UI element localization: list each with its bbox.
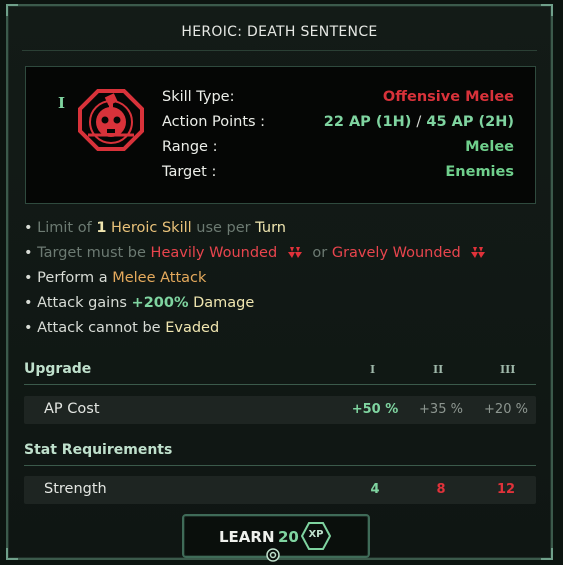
effect-limit: • Limit of 1 Heroic Skill use per Turn bbox=[24, 220, 544, 245]
effect-text: Attack gains bbox=[37, 295, 127, 311]
bullet: • bbox=[24, 220, 33, 236]
gravely-wounded-icon bbox=[471, 247, 486, 258]
tier-2-label: II bbox=[433, 363, 444, 376]
upgrade-title: Upgrade bbox=[24, 361, 92, 377]
effect-number: +200% bbox=[131, 295, 189, 311]
stat-requirements-title: Stat Requirements bbox=[24, 442, 173, 458]
frame-corner bbox=[6, 4, 18, 16]
bullet: • bbox=[24, 320, 33, 336]
effect-keyword: Turn bbox=[255, 220, 286, 236]
target-icon bbox=[266, 548, 280, 562]
skull-target-icon bbox=[78, 89, 144, 151]
stat-row-action-points: Action Points : 22 AP (1H) / 45 AP (2H) bbox=[162, 114, 514, 139]
tier-1-label: I bbox=[370, 363, 376, 376]
upgrade-header: Upgrade I II III bbox=[24, 358, 536, 385]
ap-cost-tier-3: +20 % bbox=[484, 402, 528, 417]
ap-cost-tier-1: +50 % bbox=[351, 402, 399, 417]
heavily-wounded-icon bbox=[287, 247, 302, 258]
effect-text: Attack cannot be bbox=[37, 320, 161, 336]
skill-type-value: Offensive Melee bbox=[382, 89, 514, 105]
bullet: • bbox=[24, 295, 33, 311]
ap-one-handed: 22 AP bbox=[323, 114, 371, 130]
range-value: Melee bbox=[465, 139, 514, 155]
effect-keyword: Heavily Wounded bbox=[150, 245, 278, 261]
ap-separator: / bbox=[416, 114, 422, 130]
xp-icon: XP bbox=[300, 522, 332, 550]
skill-title: HEROIC: DEATH SENTENCE bbox=[181, 24, 378, 40]
effect-text: Perform a bbox=[37, 270, 108, 286]
effect-target-wounded: • Target must be Heavily Wounded or Grav… bbox=[24, 245, 544, 270]
bullet: • bbox=[24, 270, 33, 286]
effect-cannot-evade: • Attack cannot be Evaded bbox=[24, 320, 544, 345]
learn-cost: 20 bbox=[278, 528, 299, 546]
strength-tier-2: 8 bbox=[436, 482, 446, 497]
effect-damage-bonus: • Attack gains +200% Damage bbox=[24, 295, 544, 320]
effect-keyword: Heroic Skill bbox=[111, 220, 192, 236]
effect-keyword: Melee Attack bbox=[112, 270, 207, 286]
skill-tooltip-panel: HEROIC: DEATH SENTENCE I Skill Type: Off… bbox=[6, 4, 553, 562]
xp-label: XP bbox=[308, 529, 324, 540]
stat-row-target: Target : Enemies bbox=[162, 164, 514, 189]
action-points-value: 22 AP (1H) / 45 AP (2H) bbox=[324, 114, 514, 130]
effect-text: or bbox=[312, 245, 328, 261]
ap-one-handed-note: (1H) bbox=[375, 114, 412, 130]
stat-requirements-header: Stat Requirements bbox=[24, 439, 536, 466]
effects-list: • Limit of 1 Heroic Skill use per Turn •… bbox=[24, 220, 544, 345]
tier-3-label: III bbox=[500, 363, 516, 376]
effect-melee-attack: • Perform a Melee Attack bbox=[24, 270, 544, 295]
strength-row: Strength 4 8 12 bbox=[24, 476, 536, 504]
effect-number: 1 bbox=[96, 220, 107, 236]
effect-text: Target must be bbox=[37, 245, 146, 261]
target-label: Target : bbox=[162, 164, 217, 180]
frame-corner bbox=[6, 548, 18, 560]
skill-type-label: Skill Type: bbox=[162, 89, 235, 105]
skill-stats: Skill Type: Offensive Melee Action Point… bbox=[162, 89, 514, 189]
learn-label: LEARN bbox=[219, 528, 275, 546]
ap-two-handed: 45 AP bbox=[426, 114, 474, 130]
stat-row-range: Range : Melee bbox=[162, 139, 514, 164]
ap-cost-tier-2: +35 % bbox=[419, 402, 463, 417]
strength-label: Strength bbox=[44, 481, 107, 497]
skill-summary-box: I Skill Type: Offensive Melee Action Poi… bbox=[25, 66, 536, 204]
target-value: Enemies bbox=[445, 164, 514, 180]
effect-keyword: Gravely Wounded bbox=[331, 245, 461, 261]
effect-text: Limit of bbox=[37, 220, 92, 236]
strength-tier-1: 4 bbox=[370, 482, 380, 497]
ap-two-handed-note: (2H) bbox=[478, 114, 514, 130]
ap-cost-row: AP Cost +50 % +35 % +20 % bbox=[24, 396, 536, 424]
effect-text: use per bbox=[196, 220, 251, 236]
effect-keyword: Evaded bbox=[165, 320, 220, 336]
range-label: Range : bbox=[162, 139, 218, 155]
title-divider bbox=[22, 50, 537, 51]
bullet: • bbox=[24, 245, 33, 261]
tier-mark: I bbox=[58, 94, 66, 112]
frame-corner bbox=[541, 548, 553, 560]
effect-keyword: Damage bbox=[193, 295, 255, 311]
stat-row-skill-type: Skill Type: Offensive Melee bbox=[162, 89, 514, 114]
ap-cost-label: AP Cost bbox=[44, 401, 100, 417]
action-points-label: Action Points : bbox=[162, 114, 266, 130]
strength-tier-3: 12 bbox=[496, 482, 516, 497]
frame-corner bbox=[541, 4, 553, 16]
